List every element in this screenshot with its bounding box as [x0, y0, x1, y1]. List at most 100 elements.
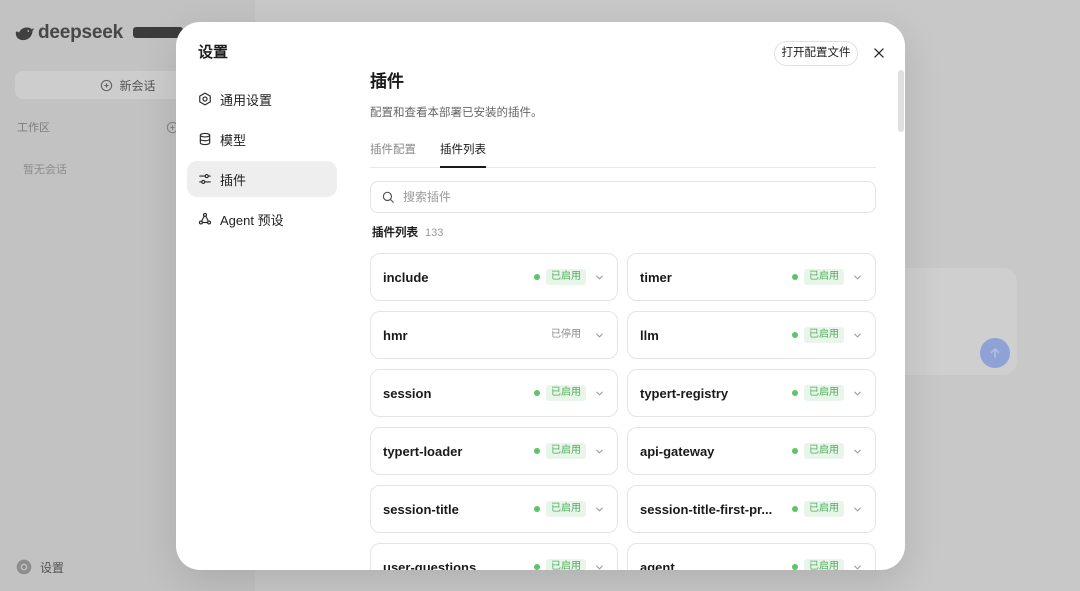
plugin-card[interactable]: typert-loader 已启用 [370, 427, 618, 475]
page-title: 插件 [370, 72, 404, 91]
plus-circle-icon [100, 79, 113, 92]
tab-bar: 插件配置 插件列表 [370, 140, 876, 168]
plugin-name: typert-registry [640, 385, 729, 401]
status-dot [534, 274, 540, 280]
plugin-name: llm [640, 327, 659, 343]
chevron-down-icon[interactable] [594, 388, 605, 399]
chevron-down-icon[interactable] [852, 446, 863, 457]
list-header: 插件列表 133 [372, 225, 443, 241]
status-badge: 已启用 [546, 269, 586, 285]
dialog-title: 设置 [198, 44, 229, 61]
chevron-down-icon[interactable] [594, 446, 605, 457]
status-dot [792, 332, 798, 338]
status-dot [534, 448, 540, 454]
search-input[interactable] [403, 190, 875, 204]
status-dot [792, 564, 798, 570]
plugin-name: api-gateway [640, 443, 715, 459]
page-description: 配置和查看本部署已安装的插件。 [370, 107, 543, 119]
nav-item-label: Agent 预设 [220, 212, 284, 228]
plugin-card[interactable]: include 已启用 [370, 253, 618, 301]
list-title: 插件列表 [372, 227, 418, 239]
status-dot [792, 448, 798, 454]
plugin-card[interactable]: session-title 已启用 [370, 485, 618, 533]
status-dot [534, 390, 540, 396]
nav-item-model[interactable]: 模型 [187, 121, 337, 157]
settings-button[interactable]: 设置 [16, 558, 64, 576]
settings-dialog: 设置 打开配置文件 通用设置 模型 插件 Agent 预设 插件 配置和查看本部… [176, 22, 905, 570]
whale-logo-icon [15, 26, 35, 41]
sliders-icon [198, 172, 212, 186]
plugin-name: include [383, 269, 429, 285]
status-badge: 已启用 [804, 443, 844, 459]
plugin-card[interactable]: session 已启用 [370, 369, 618, 417]
chevron-down-icon[interactable] [852, 330, 863, 341]
empty-sessions-text: 暂无会话 [23, 164, 67, 176]
nav-item-plugins[interactable]: 插件 [187, 161, 337, 197]
gear-icon [16, 559, 32, 575]
nav-item-label: 通用设置 [220, 92, 273, 108]
status-dot [792, 506, 798, 512]
chevron-down-icon[interactable] [852, 388, 863, 399]
plugin-card[interactable]: api-gateway 已启用 [627, 427, 876, 475]
settings-label: 设置 [40, 560, 65, 575]
chevron-down-icon[interactable] [594, 562, 605, 571]
app-logo-text: deepseek [38, 22, 124, 43]
status-badge: 已启用 [546, 443, 586, 459]
nodes-icon [198, 212, 212, 226]
workspace-label: 工作区 [17, 122, 50, 134]
chevron-down-icon[interactable] [594, 272, 605, 283]
status-badge: 已启用 [804, 501, 844, 517]
nav-item-label: 模型 [220, 132, 247, 148]
status-badge: 已启用 [546, 559, 586, 570]
plugin-name: timer [640, 269, 672, 285]
plugin-card[interactable]: user-questions 已启用 [370, 543, 618, 570]
status-badge: 已启用 [546, 501, 586, 517]
status-dot [534, 564, 540, 570]
status-badge: 已停用 [551, 329, 581, 340]
plugin-name: session [383, 385, 432, 401]
plugin-card[interactable]: typert-registry 已启用 [627, 369, 876, 417]
tab-plugin-config[interactable]: 插件配置 [370, 140, 416, 167]
nav-item-label: 插件 [220, 172, 247, 188]
status-badge: 已启用 [804, 327, 844, 343]
plugin-name: typert-loader [383, 443, 463, 459]
chevron-down-icon[interactable] [594, 330, 605, 341]
scrollbar-thumb[interactable] [898, 70, 904, 132]
status-badge: 已启用 [804, 269, 844, 285]
plugin-name: session-title-first-pr... [640, 501, 773, 517]
open-config-file-button[interactable]: 打开配置文件 [774, 41, 858, 66]
new-chat-label: 新会话 [119, 78, 156, 93]
chevron-down-icon[interactable] [594, 504, 605, 515]
plugin-card[interactable]: session-title-first-pr... 已启用 [627, 485, 876, 533]
plugin-name: user-questions [383, 559, 477, 571]
status-badge: 已启用 [804, 559, 844, 570]
status-badge: 已启用 [546, 385, 586, 401]
tab-plugin-list[interactable]: 插件列表 [440, 140, 486, 168]
plugin-grid: include 已启用 timer 已启用 hmr 已停用 llm 已启用 se… [370, 253, 876, 570]
plugin-card[interactable]: agent 已启用 [627, 543, 876, 570]
plugin-name: session-title [383, 501, 459, 517]
version-badge [133, 27, 183, 38]
nav-item-agent-presets[interactable]: Agent 预设 [187, 201, 337, 237]
database-icon [198, 132, 212, 146]
chevron-down-icon[interactable] [852, 562, 863, 571]
status-dot [792, 390, 798, 396]
plugin-card[interactable]: llm 已启用 [627, 311, 876, 359]
send-button[interactable] [980, 338, 1010, 368]
chevron-down-icon[interactable] [852, 272, 863, 283]
status-dot [792, 274, 798, 280]
settings-nav: 通用设置 模型 插件 Agent 预设 [187, 81, 337, 241]
search-icon [381, 190, 395, 204]
plugin-card[interactable]: timer 已启用 [627, 253, 876, 301]
arrow-up-icon [988, 346, 1002, 360]
plugin-name: agent [640, 559, 675, 571]
status-badge: 已启用 [804, 385, 844, 401]
plugin-name: hmr [383, 327, 408, 343]
gear-icon [198, 92, 212, 106]
search-box[interactable] [370, 181, 876, 213]
nav-item-general[interactable]: 通用设置 [187, 81, 337, 117]
status-dot [534, 506, 540, 512]
close-icon[interactable] [872, 46, 886, 60]
chevron-down-icon[interactable] [852, 504, 863, 515]
plugin-card[interactable]: hmr 已停用 [370, 311, 618, 359]
